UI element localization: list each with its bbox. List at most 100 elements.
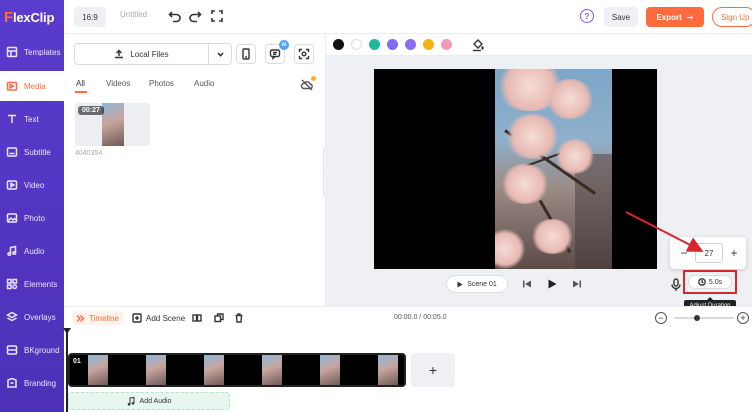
duration-input[interactable] [695,243,723,263]
sidebar-item-label: Video [24,180,45,190]
color-swatch-purple[interactable] [387,39,398,50]
zoom-out-button[interactable]: − [655,312,667,324]
add-scene-button[interactable]: Add Scene [132,311,185,325]
media-item-thumbnail[interactable]: 00:27 [75,103,150,146]
phone-upload-icon[interactable] [236,44,256,64]
music-note-icon [127,396,135,406]
sidebar-item-label: Branding [24,378,57,388]
add-audio-button[interactable]: Add Audio [68,392,230,410]
zoom-slider-handle[interactable] [693,315,700,321]
undo-icon[interactable] [168,9,182,23]
sidebar-item-elements[interactable]: Elements [0,269,64,299]
sidebar-item-bkground[interactable]: BKground [0,335,64,365]
help-icon[interactable]: ? [580,9,594,23]
timeline-button[interactable]: Timeline [72,311,124,325]
chevron-right-icon: ➔ [686,12,694,22]
clip-frame [302,355,360,385]
duration-value: 5.0s [708,278,723,286]
fullscreen-icon[interactable] [210,9,224,23]
scene-clip[interactable]: 01 [68,353,406,387]
color-swatch-yellow[interactable] [423,39,434,50]
color-swatch-white[interactable] [351,39,362,50]
color-swatch-pink[interactable] [441,39,452,50]
local-files-control: Local Files [74,43,232,65]
sidebar-item-text[interactable]: Text [0,104,64,134]
zoom-slider[interactable] [674,315,734,321]
sidebar-item-label: BKground [24,345,60,355]
sidebar-item-video[interactable]: Video [0,170,64,200]
notification-dot [311,76,316,81]
sidebar-item-overlays[interactable]: Overlays [0,302,64,332]
sidebar-item-branding[interactable]: Branding [0,368,64,398]
tab-all[interactable]: All [76,79,85,88]
add-scene-label: Add Scene [146,313,186,323]
video-icon [6,179,18,191]
decrease-duration-button[interactable]: − [678,245,690,261]
play-icon [457,281,463,287]
add-audio-label: Add Audio [139,397,172,405]
add-clip-button[interactable]: + [411,353,455,387]
adjust-duration-button[interactable]: 5.0s [688,275,732,289]
background-icon [6,344,18,356]
color-swatch-teal[interactable] [369,39,380,50]
color-swatch-black[interactable] [333,39,344,50]
ai-chat-icon[interactable]: AI [265,40,289,64]
previous-scene-icon[interactable] [520,277,534,291]
delete-icon[interactable] [234,311,248,325]
clip-frame [244,355,302,385]
redo-icon[interactable] [188,9,202,23]
tab-videos[interactable]: Videos [106,79,130,88]
timeline-tracks: 01 + Add Audio [63,328,752,412]
chevron-down-icon[interactable] [209,50,231,59]
sign-up-button[interactable]: Sign Up [712,7,752,27]
aspect-ratio-button[interactable]: 16:9 [74,7,106,27]
flexclip-logo[interactable]: FlexClip [0,0,64,34]
duration-popover: − + [670,237,746,269]
screen-record-icon[interactable] [294,44,314,64]
sidebar-item-photo[interactable]: Photo [0,203,64,233]
text-icon [6,113,18,125]
paint-bucket-icon[interactable] [471,38,485,52]
sidebar-item-audio[interactable]: Audio [0,236,64,266]
increase-duration-button[interactable]: + [728,245,740,261]
cloud-off-icon[interactable] [300,76,316,92]
scene-play-button[interactable]: Scene 01 [446,275,508,293]
duration-highlight-box: 5.0s [683,270,737,294]
video-preview[interactable] [374,69,657,269]
sidebar-item-label: Text [24,114,39,124]
active-tab-indicator [75,91,87,93]
tab-photos[interactable]: Photos [149,79,174,88]
save-button[interactable]: Save [604,7,638,27]
color-toolbar [326,34,752,56]
templates-icon [6,46,18,58]
timeline-icon [76,314,85,322]
sidebar: FlexClip Templates Media Text Subtitle V… [0,0,64,412]
ai-badge: AI [279,40,289,50]
sidebar-item-label: Subtitle [24,147,51,157]
zoom-in-button[interactable]: + [737,312,749,324]
timeline-toolbar: Timeline Add Scene 00:00.0 / 00:05.0 − + [64,306,752,328]
microphone-icon[interactable] [670,278,682,292]
scene-label: Scene 01 [467,280,497,288]
sidebar-item-label: Templates [24,47,61,57]
sidebar-item-label: Overlays [24,312,56,322]
clip-frame [186,355,244,385]
clip-frame [128,355,186,385]
project-title-input[interactable]: Untitled [120,10,147,19]
media-item-name: 4040354 [75,150,103,157]
sidebar-item-subtitle[interactable]: Subtitle [0,137,64,167]
clip-label: 01 [73,358,81,365]
next-scene-icon[interactable] [570,277,584,291]
subtitle-icon [6,146,18,158]
split-icon[interactable] [192,311,206,325]
color-swatch-violet[interactable] [405,39,416,50]
local-files-button[interactable]: Local Files [75,44,209,64]
clip-frame [360,355,404,385]
tab-audio[interactable]: Audio [194,79,214,88]
sidebar-item-media[interactable]: Media [0,71,64,101]
duplicate-icon[interactable] [214,311,228,325]
play-icon[interactable] [545,277,559,291]
sidebar-item-templates[interactable]: Templates [0,37,64,67]
export-button[interactable]: Export ➔ [646,7,704,27]
export-label: Export [656,12,682,22]
